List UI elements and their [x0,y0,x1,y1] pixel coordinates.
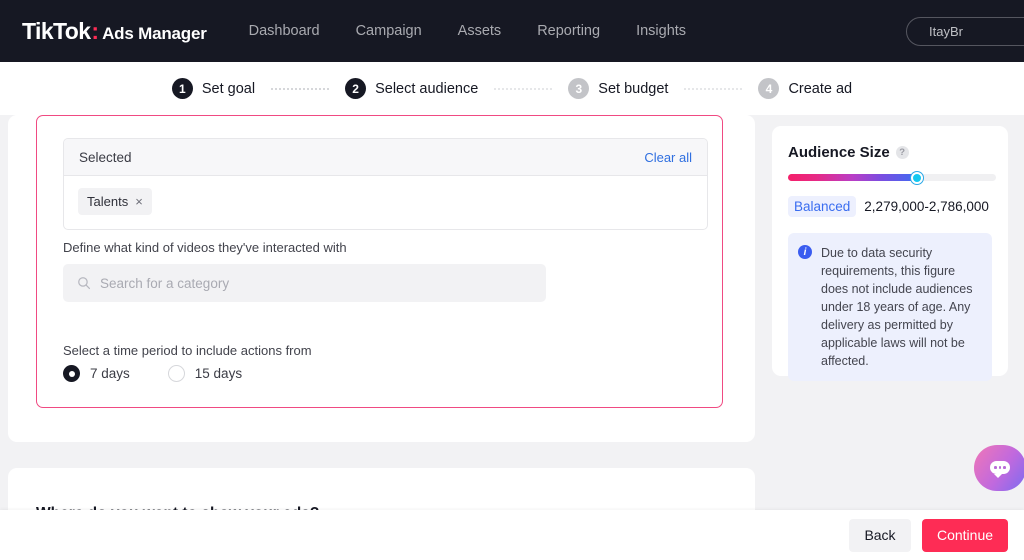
audience-info-text: Due to data security requirements, this … [821,246,973,368]
brand-name-tiktok: TikTok [22,17,91,44]
step-create-ad[interactable]: 4 Create ad [758,78,852,99]
back-button[interactable]: Back [849,518,911,552]
audience-size-panel: Audience Size ? Balanced 2,279,000-2,786… [772,126,1008,381]
main-nav: Dashboard Campaign Assets Reporting Insi… [249,23,722,39]
step-select-audience[interactable]: 2 Select audience [345,78,478,99]
tag-remove-icon[interactable]: × [135,194,143,209]
radio-indicator-7-days[interactable] [63,365,80,382]
time-period-radio-group: 7 days 15 days [63,365,280,382]
continue-button[interactable]: Continue [922,518,1008,552]
radio-indicator-15-days[interactable] [167,365,185,382]
nav-item-reporting[interactable]: Reporting [537,23,600,39]
chat-bubble-icon [990,461,1010,478]
audience-info-box: i Due to data security requirements, thi… [788,233,992,381]
selected-label: Selected [79,149,132,165]
support-chat-button[interactable] [974,445,1024,491]
step-connector-3 [683,87,744,90]
step-set-budget[interactable]: 3 Set budget [568,78,668,99]
step-label-select-audience: Select audience [375,80,479,97]
category-search-input[interactable]: Search for a category [63,264,546,302]
audience-settings-card: Selected Clear all Talents × Define what… [8,115,755,442]
step-number-3: 3 [568,78,590,99]
radio-label-7-days: 7 days [90,366,130,381]
step-connector-2 [493,87,554,90]
radio-option-7-days[interactable]: 7 days [63,365,130,382]
wizard-footer-bar: Back Continue [0,510,1024,560]
tag-chip-label: Talents [87,194,129,209]
brand-colon: : [91,17,100,44]
step-number-4: 4 [758,78,780,99]
search-icon [78,277,91,290]
time-period-label: Select a time period to include actions … [63,343,312,358]
clear-all-link[interactable]: Clear all [644,150,692,165]
nav-item-dashboard[interactable]: Dashboard [249,23,320,39]
brand-name-ads-manager: Ads Manager [102,23,207,43]
selected-tags-header: Selected Clear all [64,139,707,176]
audience-size-title: Audience Size [788,144,890,161]
top-navigation-bar: TikTok : Ads Manager Dashboard Campaign … [0,0,1024,62]
audience-size-range: 2,279,000-2,786,000 [864,199,989,214]
step-label-set-budget: Set budget [598,80,669,97]
info-icon: i [798,245,812,259]
brand-logo[interactable]: TikTok : Ads Manager [22,18,207,45]
step-number-1: 1 [171,78,193,99]
account-name-label: ItayBr [929,24,963,39]
radio-label-15-days: 15 days [194,366,243,381]
audience-size-header: Audience Size ? [788,144,992,161]
selected-tags-box: Selected Clear all Talents × [63,138,708,230]
audience-size-gauge-knob[interactable] [910,171,923,184]
audience-size-gauge [788,171,996,184]
campaign-step-bar: 1 Set goal 2 Select audience 3 Set budge… [0,62,1024,115]
selected-tags-body: Talents × [64,176,707,227]
audience-balance-badge: Balanced [788,196,857,217]
step-connector-1 [270,87,331,90]
audience-size-value-row: Balanced 2,279,000-2,786,000 [788,196,992,217]
account-selector[interactable]: ItayBr [906,17,1024,46]
step-label-set-goal: Set goal [201,80,256,97]
audience-size-gauge-fill [788,174,917,181]
nav-item-insights[interactable]: Insights [636,23,686,39]
nav-item-campaign[interactable]: Campaign [356,23,422,39]
page-root: TikTok : Ads Manager Dashboard Campaign … [0,0,1024,560]
nav-item-assets[interactable]: Assets [458,23,502,39]
step-label-create-ad: Create ad [788,80,853,97]
step-set-goal[interactable]: 1 Set goal [171,78,256,99]
interaction-targeting-panel: Selected Clear all Talents × Define what… [36,115,723,408]
radio-option-15-days[interactable]: 15 days [167,365,243,382]
help-icon[interactable]: ? [895,146,909,159]
category-search-placeholder: Search for a category [100,275,230,291]
define-videos-label: Define what kind of videos they've inter… [63,240,347,255]
step-number-2: 2 [345,78,367,99]
tag-chip-talents[interactable]: Talents × [78,188,152,215]
